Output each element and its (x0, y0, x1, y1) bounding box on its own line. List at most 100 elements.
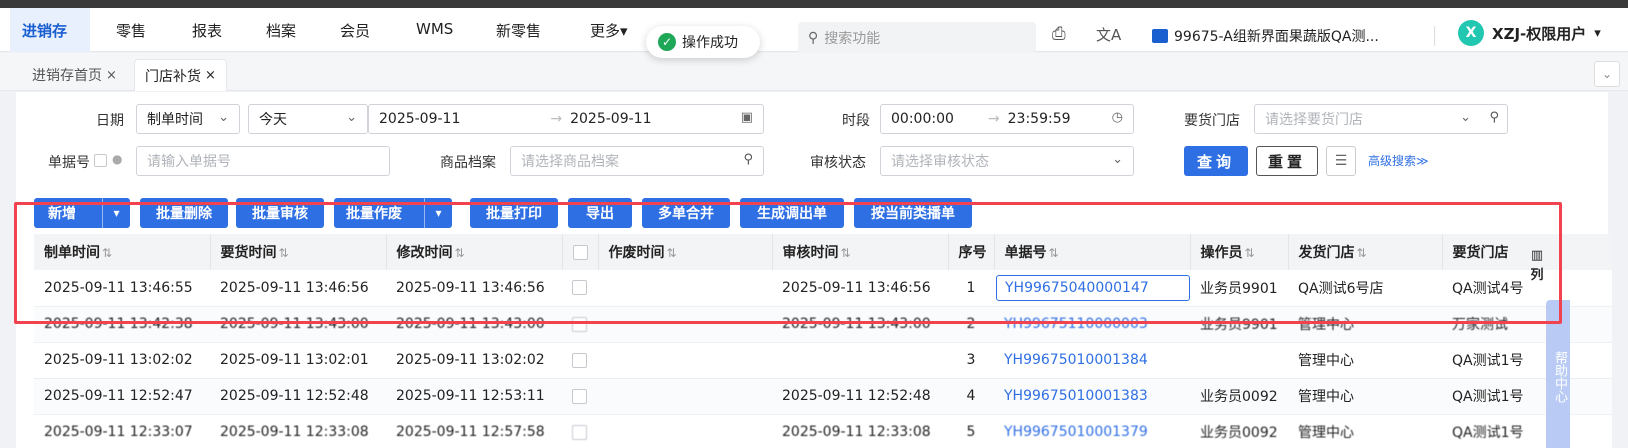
filter-settings-icon[interactable]: ☰ (1326, 146, 1356, 176)
doc-no-link[interactable]: YH99675010001383 (994, 378, 1190, 415)
printer-icon[interactable]: ⎙ (1052, 24, 1066, 44)
generate-transfer-button[interactable]: 生成调出单 (740, 198, 844, 228)
col-header-doc-no[interactable]: 单据号 ⇅ (994, 234, 1191, 270)
table-row[interactable]: 2025-09-11 12:33:07 2025-09-11 12:33:08 … (34, 414, 1612, 448)
col-header-modify-time[interactable]: 修改时间 ⇅ (386, 234, 563, 270)
goods-select[interactable]: 请选择商品档案 ⚲ (510, 146, 764, 176)
doc-no-link[interactable]: YH99675040000147 (996, 274, 1190, 301)
cell-void-time (598, 342, 772, 379)
cell-req-store: 万家测试 (1442, 306, 1612, 343)
reset-button[interactable]: 重置 (1256, 146, 1318, 176)
doc-no-input[interactable]: 请输入单据号 (136, 146, 390, 176)
search-icon[interactable]: ⚲ (1489, 110, 1499, 125)
batch-print-button[interactable]: 批量打印 (470, 198, 558, 228)
row-checkbox[interactable] (572, 280, 587, 296)
column-settings-button[interactable]: ▥ 列 (1526, 246, 1548, 286)
cell-doc-no[interactable]: YH99675040000147 (994, 270, 1190, 307)
cell-checkbox[interactable] (562, 414, 598, 448)
doc-no-link[interactable]: YH99675010001384 (994, 342, 1190, 379)
cell-ship-store: QA测试6号店 (1288, 270, 1442, 307)
cell-checkbox[interactable] (562, 270, 598, 307)
advanced-search-link[interactable]: 高级搜索≫ (1368, 152, 1429, 169)
batch-void-label: 批量作废 (346, 206, 402, 222)
help-icon[interactable]: ● (112, 152, 122, 166)
tab-store-replenish[interactable]: 门店补货 × (134, 59, 227, 91)
col-header-select-all[interactable] (562, 234, 599, 270)
cell-checkbox[interactable] (562, 342, 598, 379)
close-icon[interactable]: × (205, 68, 216, 83)
nav-item-wms[interactable]: WMS (416, 20, 453, 38)
col-header-audit-time[interactable]: 审核时间 ⇅ (772, 234, 949, 270)
add-button[interactable]: 新增 ▾ (34, 198, 130, 228)
merge-orders-button[interactable]: 多单合并 (642, 198, 730, 228)
batch-delete-button[interactable]: 批量删除 (140, 198, 228, 228)
orders-table: 制单时间 ⇅ 要货时间 ⇅ 修改时间 ⇅ 作废时间 ⇅ 审核时间 ⇅ 序号 单据号 ⇅ 操作… (34, 234, 1612, 448)
doc-no-link[interactable]: YH99675110000003 (994, 306, 1190, 343)
store-icon (1152, 29, 1168, 43)
cell-create-time: 2025-09-11 13:42:38 (34, 306, 210, 343)
check-circle-icon: ✓ (658, 33, 676, 51)
row-checkbox[interactable] (572, 316, 587, 332)
date-preset-select[interactable]: 今天 ⌄ (248, 104, 368, 134)
nav-search-input[interactable]: ⚲ 搜索功能 (798, 22, 1036, 54)
col-header-req-time[interactable]: 要货时间 ⇅ (210, 234, 387, 270)
chevron-down-icon[interactable]: ▾ (102, 198, 130, 228)
batch-audit-button[interactable]: 批量审核 (236, 198, 324, 228)
chevron-down-icon[interactable]: ▾ (424, 198, 452, 228)
category-order-button[interactable]: 按当前类播单 (854, 198, 972, 228)
cell-modify-time: 2025-09-11 13:46:56 (386, 270, 562, 307)
cell-operator: 业务员9901 (1190, 306, 1288, 343)
tab-jxc-home[interactable]: 进销存首页 × (22, 59, 127, 91)
batch-void-button[interactable]: 批量作废 ▾ (334, 198, 452, 228)
cell-checkbox[interactable] (562, 378, 598, 415)
column-settings-label: 列 (1530, 268, 1544, 283)
search-icon[interactable]: ⚲ (743, 152, 753, 167)
tab-label: 门店补货 (145, 68, 201, 85)
col-header-operator[interactable]: 操作员 ⇅ (1190, 234, 1289, 270)
translate-icon[interactable]: 文A (1096, 24, 1121, 45)
chevron-down-icon[interactable]: ⌄ (1594, 61, 1620, 87)
table-row[interactable]: 2025-09-11 12:52:47 2025-09-11 12:52:48 … (34, 378, 1612, 415)
user-menu[interactable]: X XZJ-权限用户 ▾ (1458, 20, 1601, 46)
table-row[interactable]: 2025-09-11 13:46:55 2025-09-11 13:46:56 … (34, 270, 1612, 307)
row-checkbox[interactable] (572, 388, 587, 404)
close-icon[interactable]: × (106, 68, 117, 83)
select-all-checkbox[interactable] (572, 244, 588, 260)
nav-item-jxc[interactable]: 进销存 (11, 8, 78, 52)
goods-placeholder: 请选择商品档案 (521, 154, 619, 170)
date-type-select[interactable]: 制单时间 ⌄ (136, 104, 240, 134)
doc-no-checkbox[interactable] (94, 154, 107, 167)
table-row[interactable]: 2025-09-11 13:42:38 2025-09-11 13:43:00 … (34, 306, 1612, 343)
row-checkbox[interactable] (572, 352, 587, 368)
add-button-label: 新增 (48, 206, 76, 222)
cell-ship-store: 管理中心 (1288, 306, 1442, 343)
date-range-picker[interactable]: 2025-09-11 → 2025-09-11 ▣ (368, 104, 764, 134)
cell-operator (1190, 342, 1288, 379)
cell-modify-time: 2025-09-11 13:02:02 (386, 342, 562, 379)
nav-item-report[interactable]: 报表 (192, 20, 222, 41)
nav-item-member[interactable]: 会员 (340, 20, 370, 41)
window-top-strip (0, 0, 1628, 8)
nav-search-placeholder: 搜索功能 (824, 31, 881, 47)
help-center-tab[interactable]: 帮助中心 (1546, 300, 1570, 448)
cell-checkbox[interactable] (562, 306, 598, 343)
col-header-create-time[interactable]: 制单时间 ⇅ (34, 234, 211, 270)
nav-item-retail[interactable]: 零售 (116, 20, 146, 41)
nav-item-more[interactable]: 更多▾ (590, 20, 628, 41)
table-row[interactable]: 2025-09-11 13:02:02 2025-09-11 13:02:01 … (34, 342, 1612, 379)
time-range-picker[interactable]: 00:00:00 → 23:59:59 ◷ (880, 104, 1134, 134)
store-selector[interactable]: 99675-A组新界面果蔬版QA测... (1152, 22, 1379, 50)
export-button[interactable]: 导出 (568, 198, 632, 228)
nav-item-archive[interactable]: 档案 (266, 20, 296, 41)
cell-void-time (598, 378, 772, 415)
audit-select[interactable]: 请选择审核状态 ⌄ (880, 146, 1134, 176)
user-name: XZJ-权限用户 (1492, 24, 1587, 43)
col-header-void-time[interactable]: 作废时间 ⇅ (598, 234, 773, 270)
cell-void-time (598, 306, 772, 343)
row-checkbox[interactable] (572, 424, 587, 440)
query-button[interactable]: 查询 (1184, 146, 1248, 176)
doc-no-link[interactable]: YH99675010001379 (994, 414, 1190, 448)
col-header-ship-store[interactable]: 发货门店 ⇅ (1288, 234, 1443, 270)
nav-item-new-retail[interactable]: 新零售 (496, 20, 541, 41)
req-store-select[interactable]: 请选择要货门店 ⌄ ⚲ (1254, 104, 1508, 134)
